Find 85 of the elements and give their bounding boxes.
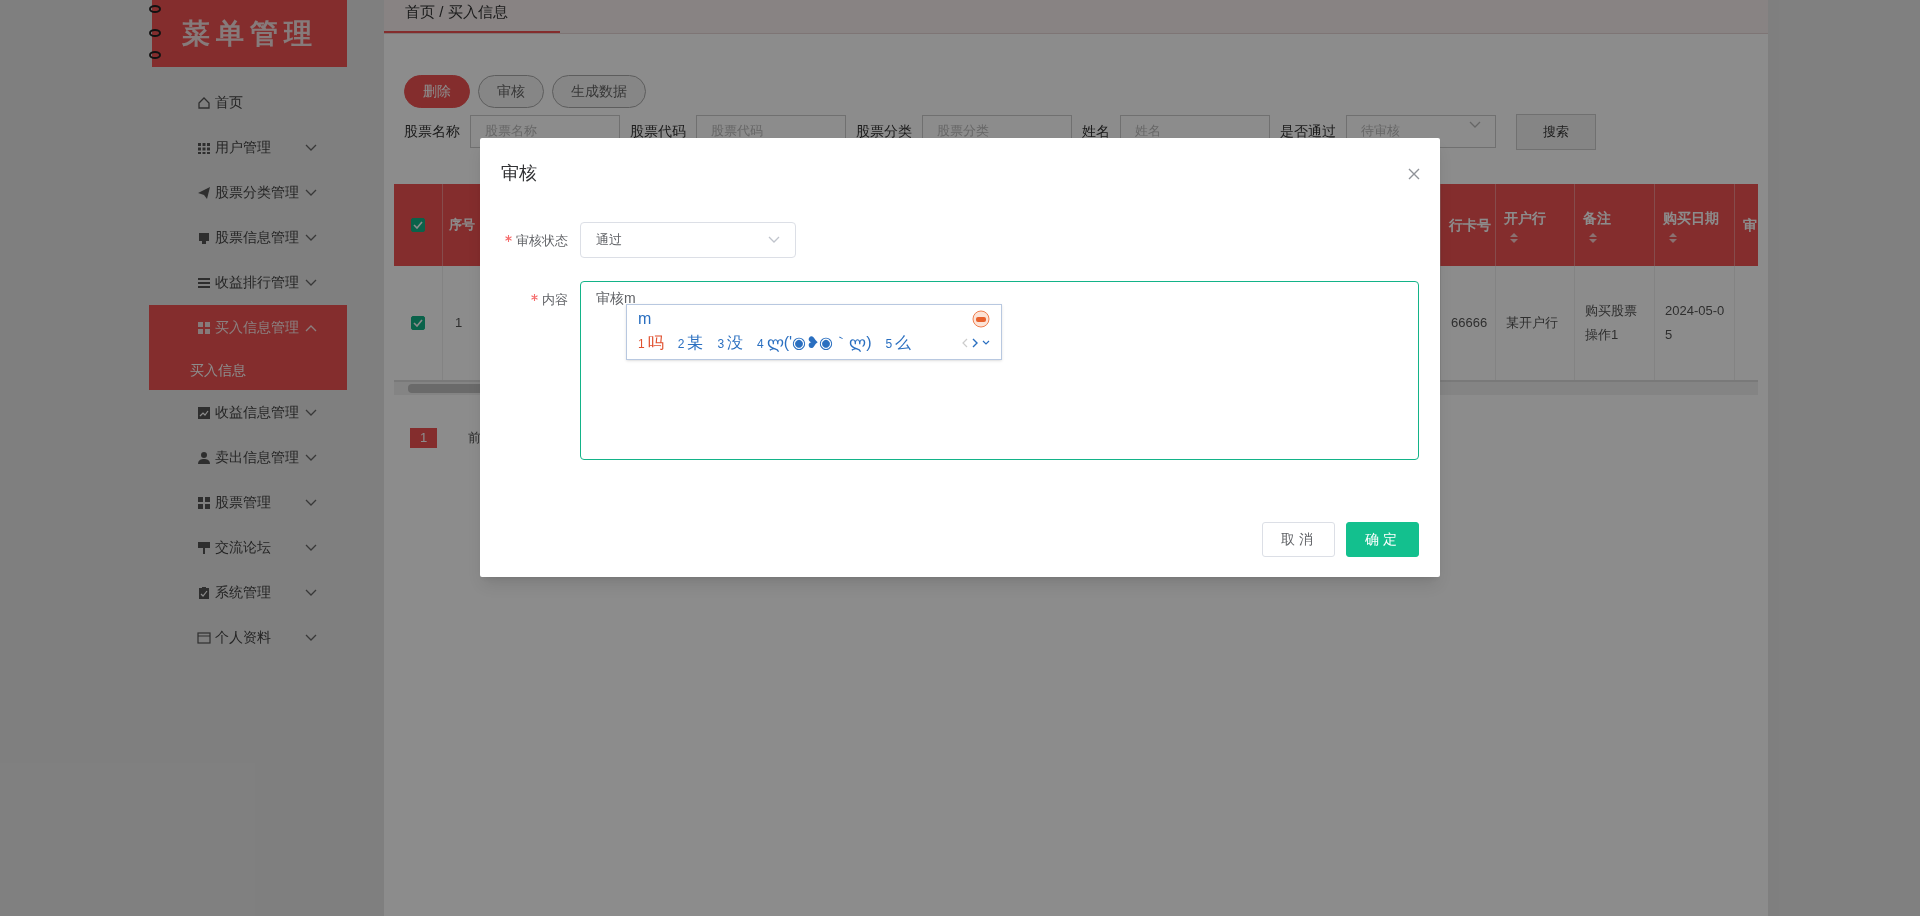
menu-item[interactable]: 卖出信息管理 bbox=[149, 435, 347, 480]
checkbox[interactable] bbox=[411, 316, 425, 330]
field-label: 姓名 bbox=[1082, 122, 1110, 141]
tiles-icon bbox=[197, 320, 211, 335]
chevron-down-icon bbox=[768, 236, 780, 244]
ime-candidate[interactable]: 2 某 bbox=[677, 331, 704, 355]
cancel-button[interactable]: 取消 bbox=[1262, 522, 1335, 557]
binding-rings-icon bbox=[148, 5, 162, 60]
chevron-down-icon bbox=[305, 188, 317, 197]
dialog-title: 审核 bbox=[501, 162, 537, 185]
chevron-down-icon bbox=[305, 543, 317, 552]
chevron-down-icon bbox=[305, 498, 317, 507]
sort-icon[interactable] bbox=[1589, 232, 1597, 243]
chart-icon bbox=[197, 405, 211, 420]
menu-item[interactable]: 用户管理 bbox=[149, 125, 347, 170]
menu-item[interactable]: 收益信息管理 bbox=[149, 390, 347, 435]
checkbox[interactable] bbox=[411, 218, 425, 232]
sort-icon[interactable] bbox=[1669, 232, 1677, 243]
user-icon bbox=[197, 450, 211, 465]
logo-text: 菜单管理 bbox=[181, 15, 318, 52]
column-header: 备注 bbox=[1583, 208, 1611, 228]
page-number[interactable]: 1 bbox=[410, 428, 437, 448]
chevron-down-icon bbox=[305, 588, 317, 597]
chevron-up-icon bbox=[305, 323, 317, 332]
check-icon bbox=[413, 221, 423, 229]
ime-candidate[interactable]: 3 没 bbox=[717, 331, 744, 355]
menu-item[interactable]: 收益排行管理 bbox=[149, 260, 347, 305]
list-icon bbox=[197, 275, 211, 290]
monitor-icon bbox=[197, 230, 211, 245]
menu-item[interactable]: 买入信息管理 bbox=[149, 305, 347, 350]
chevron-down-icon bbox=[305, 633, 317, 642]
chevron-right-icon[interactable] bbox=[972, 338, 978, 348]
field-label: 股票名称 bbox=[404, 122, 460, 141]
column-header: 审 bbox=[1743, 215, 1757, 235]
chevron-down-icon bbox=[305, 453, 317, 462]
field-label: 股票代码 bbox=[630, 122, 686, 141]
delete-button[interactable]: 删除 bbox=[404, 75, 470, 108]
ime-candidate[interactable]: 1 吗 bbox=[638, 331, 664, 355]
menu-item[interactable]: 首页 bbox=[149, 80, 347, 125]
table-cell-text: 66666 bbox=[1451, 314, 1488, 332]
breadcrumb-tab[interactable]: 首页 / 买入信息 bbox=[384, 0, 560, 33]
menu-item[interactable]: 股票分类管理 bbox=[149, 170, 347, 215]
column-header: 序号 bbox=[449, 216, 475, 235]
chevron-down-icon[interactable] bbox=[982, 340, 990, 346]
table-cell-text: 1 bbox=[455, 314, 463, 333]
id-card-icon bbox=[197, 630, 211, 645]
ime-composition: m bbox=[638, 309, 652, 329]
signpost-icon bbox=[197, 540, 211, 555]
toolbar-button[interactable]: 生成数据 bbox=[552, 75, 646, 108]
column-header: 开户行 bbox=[1504, 208, 1546, 228]
ime-candidate[interactable]: 4 ლ('◉❥◉｀ლ) bbox=[757, 331, 872, 355]
table-cell-text: 购买股票操作1 bbox=[1585, 302, 1638, 344]
grid-icon bbox=[197, 140, 211, 155]
chevron-down-icon bbox=[305, 408, 317, 417]
table-cell-text: 某开户行 bbox=[1506, 314, 1558, 332]
confirm-button[interactable]: 确定 bbox=[1346, 522, 1419, 557]
field-label: 是否通过 bbox=[1280, 122, 1336, 141]
field-label: 审核状态 bbox=[516, 232, 568, 250]
check-icon bbox=[413, 319, 423, 327]
clipboard-icon bbox=[197, 585, 211, 600]
chevron-down-icon bbox=[305, 233, 317, 242]
home-icon bbox=[197, 95, 211, 110]
select-field[interactable]: 通过 bbox=[580, 222, 796, 258]
table-cell-text: 2024-05-05 bbox=[1665, 302, 1726, 344]
chevron-down-icon bbox=[1469, 121, 1481, 129]
toolbar-button[interactable]: 审核 bbox=[478, 75, 544, 108]
chevron-down-icon bbox=[305, 278, 317, 287]
chevron-down-icon bbox=[305, 143, 317, 152]
close-icon[interactable] bbox=[1408, 167, 1420, 180]
tiles-icon bbox=[197, 495, 211, 510]
menu-item[interactable]: 股票管理 bbox=[149, 480, 347, 525]
column-header: 行卡号 bbox=[1449, 215, 1491, 235]
search-button[interactable]: 搜索 bbox=[1516, 113, 1596, 150]
menu-item[interactable]: 交流论坛 bbox=[149, 525, 347, 570]
menu-item[interactable]: 系统管理 bbox=[149, 570, 347, 615]
field-label: 内容 bbox=[542, 291, 568, 309]
menu-item[interactable]: 股票信息管理 bbox=[149, 215, 347, 260]
pagination-label: 前 bbox=[468, 429, 481, 448]
field-label: 股票分类 bbox=[856, 122, 912, 141]
textarea-field[interactable]: 审核m m 1 吗 2 某 3 没 4 ლ('◉❥◉｀ლ) 5 么 bbox=[580, 281, 1419, 460]
paper-plane-icon bbox=[197, 185, 211, 200]
sort-icon[interactable] bbox=[1510, 232, 1518, 243]
column-header: 购买日期 bbox=[1663, 208, 1719, 228]
menu-item[interactable]: 个人资料 bbox=[149, 615, 347, 660]
ime-candidate[interactable]: 5 么 bbox=[885, 331, 912, 355]
